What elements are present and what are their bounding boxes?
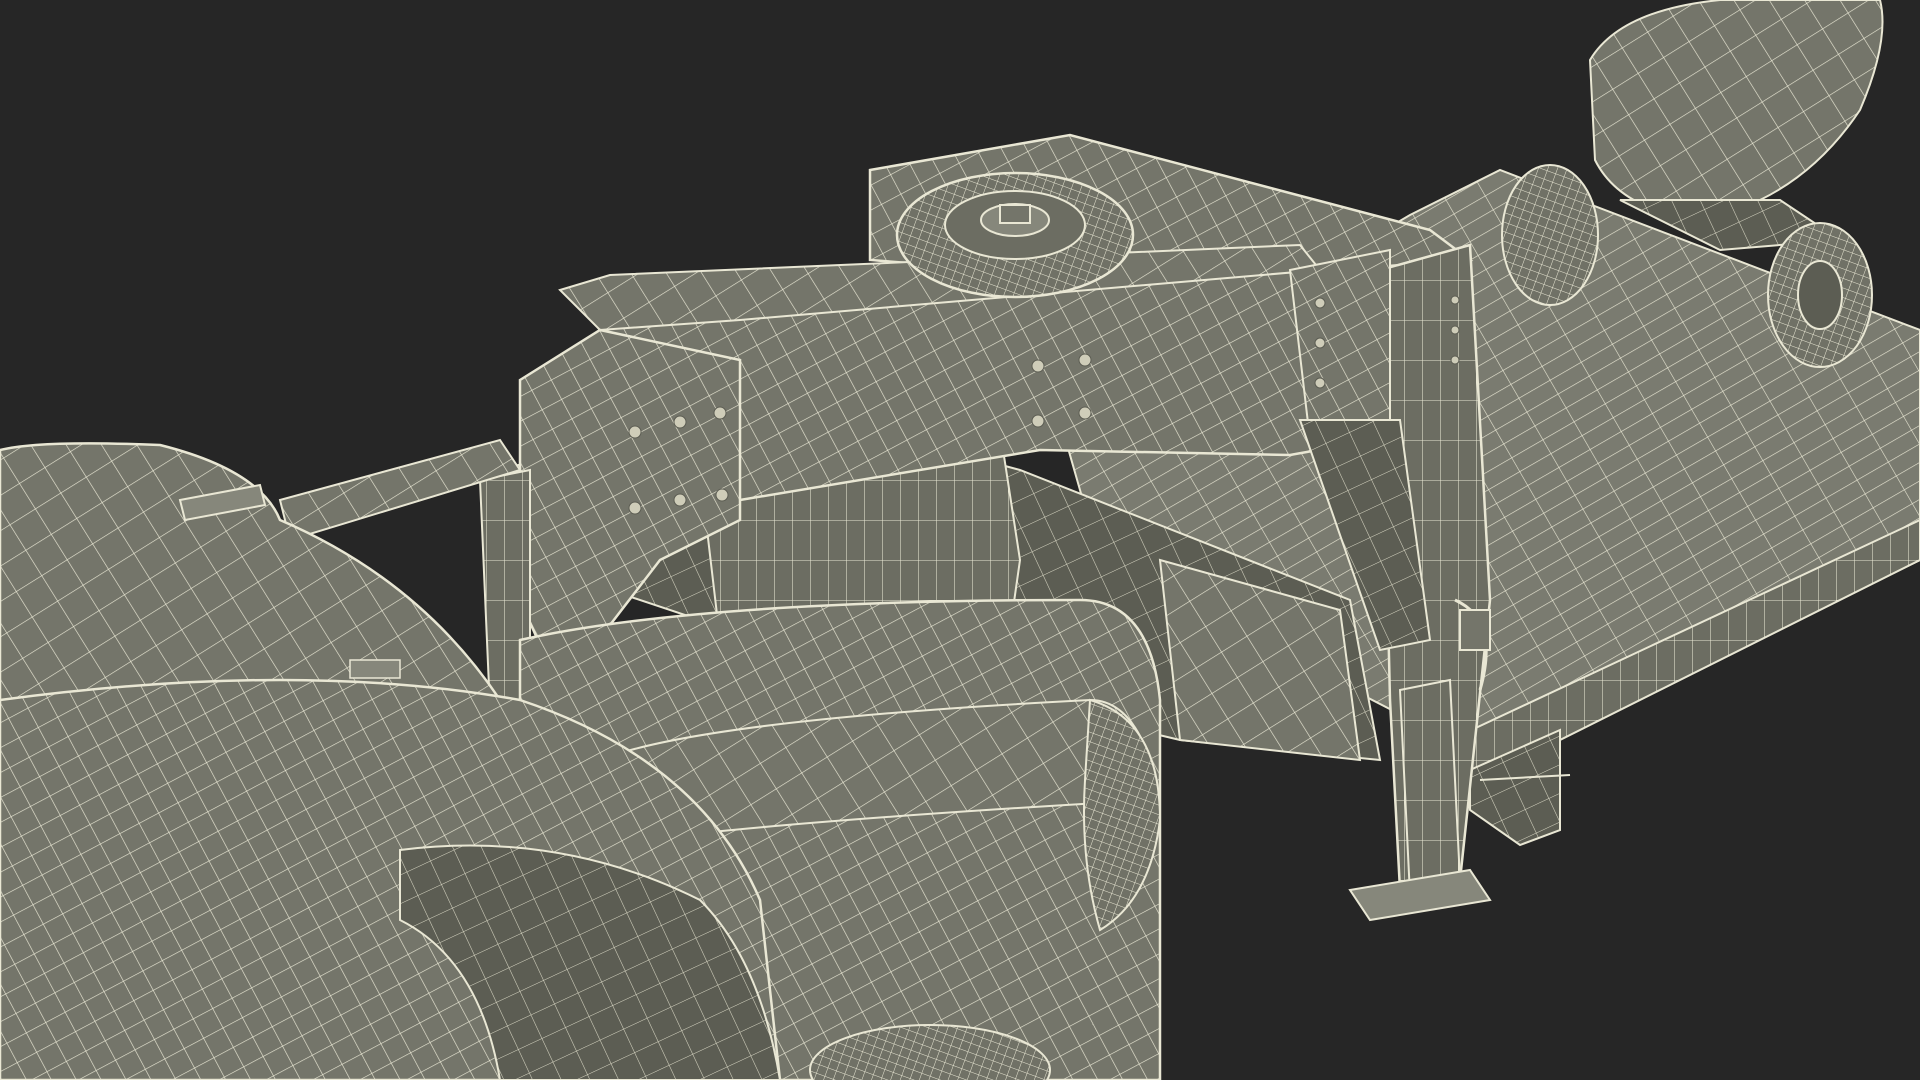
- spare-tire-wireframe: [895, 171, 1135, 299]
- truck-badge: [349, 659, 401, 679]
- mower-rear-wheel-left: [1501, 164, 1599, 306]
- wireframe-render-scene: [0, 0, 1920, 1080]
